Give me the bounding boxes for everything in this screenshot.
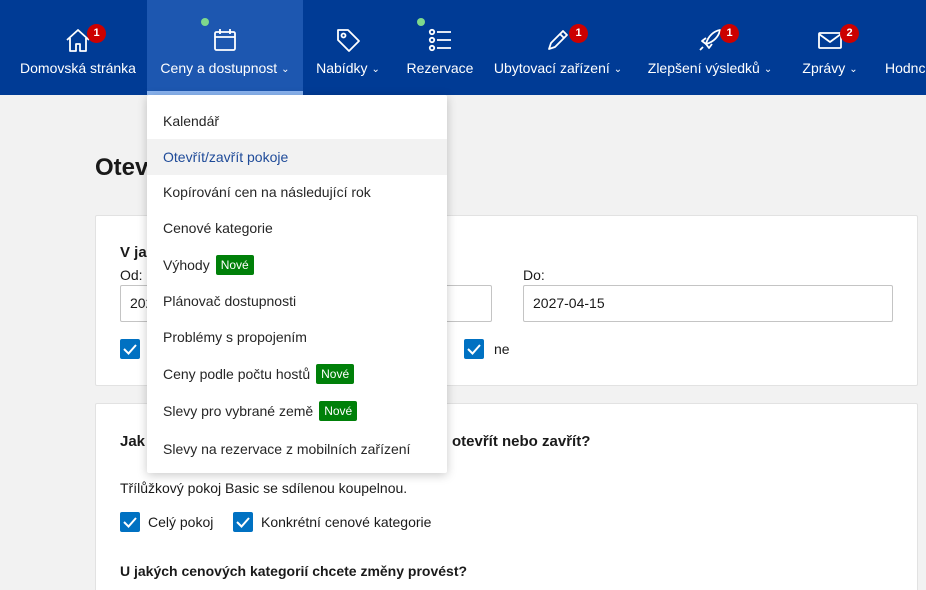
room-question-start: Jak (120, 433, 146, 450)
specific-rates-label: Konkrétní cenové kategorie (261, 514, 432, 530)
menu-item-rate-plans[interactable]: Cenové kategorie (147, 210, 447, 246)
menu-item-calendar[interactable]: Kalendář (147, 103, 447, 139)
chevron-down-icon: ⌄ (613, 64, 623, 75)
menu-item-country-rates[interactable]: Slevy pro vybrané země Nové (147, 393, 447, 429)
nav-item-reservations[interactable]: Rezervace (398, 0, 482, 95)
weekday-checkbox-mon[interactable] (120, 339, 140, 359)
room-description: Třílůžkový pokoj Basic se sdílenou koupe… (120, 480, 408, 496)
tag-icon (334, 26, 362, 54)
new-indicator-dot (417, 18, 425, 26)
menu-item-benefits[interactable]: Výhody Nové (147, 247, 447, 283)
new-indicator-dot (201, 18, 209, 26)
nav-label: Ceny a dostupnost ⌄ (160, 60, 290, 76)
weekday-checkbox-sun[interactable] (464, 339, 484, 359)
weekday-label-sun: ne (494, 341, 510, 357)
menu-item-mobile-rates[interactable]: Slevy na rezervace z mobilních zařízení (147, 431, 447, 467)
from-date-label: Od: (120, 267, 143, 283)
nav-label: Domovská stránka (20, 60, 136, 76)
nav-item-rates-availability[interactable]: Ceny a dostupnost ⌄ (147, 0, 303, 95)
new-badge: Nové (316, 364, 355, 384)
pencil-icon (544, 26, 572, 54)
room-question-end: otevřít nebo zavřít? (452, 433, 591, 450)
page-title: Otev (95, 154, 149, 181)
chevron-down-icon: ⌄ (849, 64, 858, 75)
menu-item-occupancy-pricing[interactable]: Ceny podle počtu hostů Nové (147, 356, 447, 392)
rates-availability-dropdown: Kalendář Otevřít/zavřít pokoje Kopírován… (147, 95, 447, 473)
to-date-input[interactable]: 2027-04-15 (523, 285, 893, 322)
rate-plans-question: U jakých cenových kategorií chcete změny… (120, 563, 468, 579)
date-range-question: V ja (120, 244, 147, 261)
notification-badge: 1 (87, 24, 106, 43)
notification-badge: 1 (569, 24, 588, 43)
whole-room-checkbox[interactable] (120, 512, 140, 532)
menu-item-availability-planner[interactable]: Plánovač dostupnosti (147, 283, 447, 319)
chevron-down-icon: ⌄ (763, 64, 773, 75)
whole-room-label: Celý pokoj (148, 514, 214, 530)
menu-item-open-close-rooms[interactable]: Otevřít/zavřít pokoje (147, 139, 447, 175)
nav-label: Zlepšení výsledků ⌄ (647, 60, 773, 76)
nav-label: Ubytovací zařízení ⌄ (493, 60, 623, 76)
menu-item-connectivity-issues[interactable]: Problémy s propojením (147, 319, 447, 355)
nav-item-property[interactable]: 1 Ubytovací zařízení ⌄ (488, 0, 628, 95)
nav-item-offers[interactable]: Nabídky ⌄ (304, 0, 392, 95)
menu-item-copy-rates[interactable]: Kopírování cen na následující rok (147, 174, 447, 210)
nav-item-home[interactable]: 1 Domovská stránka (10, 0, 146, 95)
new-badge: Nové (319, 401, 358, 421)
top-navigation: 1 Domovská stránka Ceny a dostupnost ⌄ Na… (0, 0, 926, 95)
nav-item-boost-performance[interactable]: 1 Zlepšení výsledků ⌄ (640, 0, 780, 95)
specific-rates-checkbox[interactable] (233, 512, 253, 532)
nav-label: Zprávy ⌄ (802, 60, 858, 76)
to-date-label: Do: (523, 267, 545, 283)
nav-label: Rezervace (406, 60, 474, 76)
nav-label: Hodnc (885, 60, 926, 76)
nav-item-reviews[interactable]: Hodnc (876, 0, 926, 95)
calendar-icon (211, 26, 239, 54)
chevron-down-icon: ⌄ (281, 64, 290, 75)
new-badge: Nové (215, 255, 254, 275)
nav-label: Nabídky ⌄ (316, 60, 380, 76)
notification-badge: 1 (720, 24, 739, 43)
nav-item-messages[interactable]: 2 Zprávy ⌄ (790, 0, 870, 95)
notification-badge: 2 (840, 24, 859, 43)
list-icon (426, 26, 454, 54)
chevron-down-icon: ⌄ (371, 64, 380, 75)
